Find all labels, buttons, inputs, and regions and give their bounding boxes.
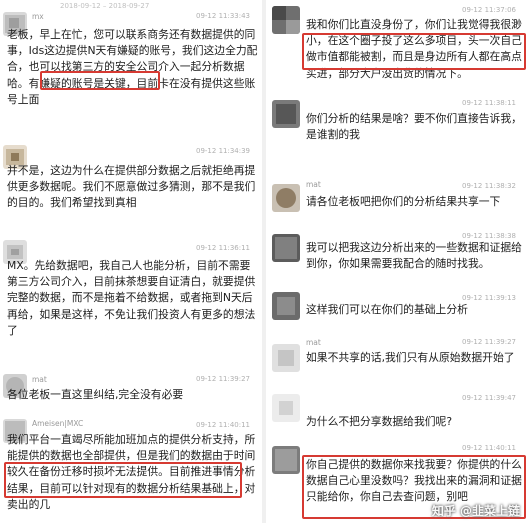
sender-name: mat: [32, 375, 47, 384]
watermark: 知乎 @韭菜上链: [431, 504, 520, 518]
message-time: 09-12 11:38:32: [462, 182, 517, 190]
chat-message: 09-12 11:38:11 你们分析的结果是啥？要不你们直接告诉我，是谁割的我: [266, 95, 528, 170]
message-text: 并不是，这边为什么在提供部分数据之后就拒绝再提供更多数据呢。我们不愿意做过多猜测…: [7, 164, 256, 210]
message-time: 09-12 11:40:11: [196, 421, 251, 429]
avatar[interactable]: [272, 446, 300, 474]
sender-name: mat: [306, 338, 321, 347]
message-time: 09-12 11:37:06: [462, 6, 517, 14]
chat-message: 09-12 11:36:11 MX。先给数据吧，我自己人也能分析，目前不需要第三…: [0, 240, 262, 370]
message-time: 09-12 11:39:47: [462, 394, 517, 402]
message-text: 为什么不把分享数据给我们呢?: [306, 415, 453, 428]
chat-message: mx 09-12 11:33:43 老板，早上在忙，您可以联系商务还有数据提供的…: [0, 10, 262, 135]
chat-message: 09-12 11:37:06 我和你们比直没身份了，你们让我觉得我很渺小，在这个…: [266, 2, 528, 102]
top-date-range: 2018-09-12 – 2018-09-27: [60, 2, 150, 10]
message-text: 各位老板一直这里纠结,完全没有必要: [7, 388, 184, 401]
avatar[interactable]: [272, 6, 300, 34]
right-chat-panel: 09-12 11:37:06 我和你们比直没身份了，你们让我觉得我很渺小，在这个…: [266, 0, 528, 523]
message-text: 我可以把我这边分析出来的一些数据和证据给到你，你如果需要我配合的随时找我。: [306, 241, 522, 271]
avatar[interactable]: [272, 234, 300, 262]
highlight-box: [40, 71, 160, 90]
avatar[interactable]: [272, 344, 300, 372]
chat-message: 09-12 11:34:39 并不是，这边为什么在提供部分数据之后就拒绝再提供更…: [0, 143, 262, 243]
avatar[interactable]: [272, 292, 300, 320]
chat-message: 09-12 11:39:47 为什么不把分享数据给我们呢?: [266, 390, 528, 438]
message-time: 09-12 11:38:11: [462, 99, 517, 107]
avatar[interactable]: [272, 184, 300, 212]
sender-name: mat: [306, 180, 321, 189]
message-text: 老板，早上在忙，您可以联系商务还有数据提供的同事，Ids这边提供N天有嫌疑的账号…: [7, 28, 258, 106]
chat-message: mat 09-12 11:39:27 各位老板一直这里纠结,完全没有必要: [0, 373, 262, 413]
message-time: 09-12 11:39:27: [462, 338, 517, 346]
chat-message: 09-12 11:38:38 我可以把我这边分析出来的一些数据和证据给到你，你如…: [266, 228, 528, 298]
message-time: 09-12 11:36:11: [196, 244, 251, 252]
message-time: 09-12 11:33:43: [196, 12, 251, 20]
chat-message: 09-12 11:39:13 这样我们可以在你们的基础上分析: [266, 290, 528, 332]
highlight-box: [302, 33, 526, 70]
avatar[interactable]: [272, 394, 300, 422]
message-text: 如果不共享的话,我们只有从原始数据开始了: [306, 351, 515, 364]
message-time: 09-12 11:34:39: [196, 147, 251, 155]
highlight-box: [4, 462, 242, 498]
message-text: 请各位老板吧把你们的分析结果共享一下: [306, 195, 501, 208]
left-chat-panel: 2018-09-12 – 2018-09-27 mx 09-12 11:33:4…: [0, 0, 262, 523]
avatar[interactable]: [272, 100, 300, 128]
message-text: MX。先给数据吧，我自己人也能分析，目前不需要第三方公司介入，目前抹茶想要自证清…: [7, 259, 256, 337]
message-time: 09-12 11:40:11: [462, 444, 517, 452]
sender-name: Ameisen|MXC: [32, 419, 84, 428]
chat-message: mat 09-12 11:39:27 如果不共享的话,我们只有从原始数据开始了: [266, 336, 528, 386]
message-time: 09-12 11:39:27: [196, 375, 251, 383]
sender-name: mx: [32, 12, 44, 21]
message-text: 你们分析的结果是啥？要不你们直接告诉我，是谁割的我: [306, 112, 522, 142]
chat-message: Ameisen|MXC 09-12 11:40:11 我们平台一直竭尽所能加班加…: [0, 417, 262, 523]
message-text: 这样我们可以在你们的基础上分析: [306, 303, 468, 316]
chat-message: mat 09-12 11:38:32 请各位老板吧把你们的分析结果共享一下: [266, 178, 528, 228]
